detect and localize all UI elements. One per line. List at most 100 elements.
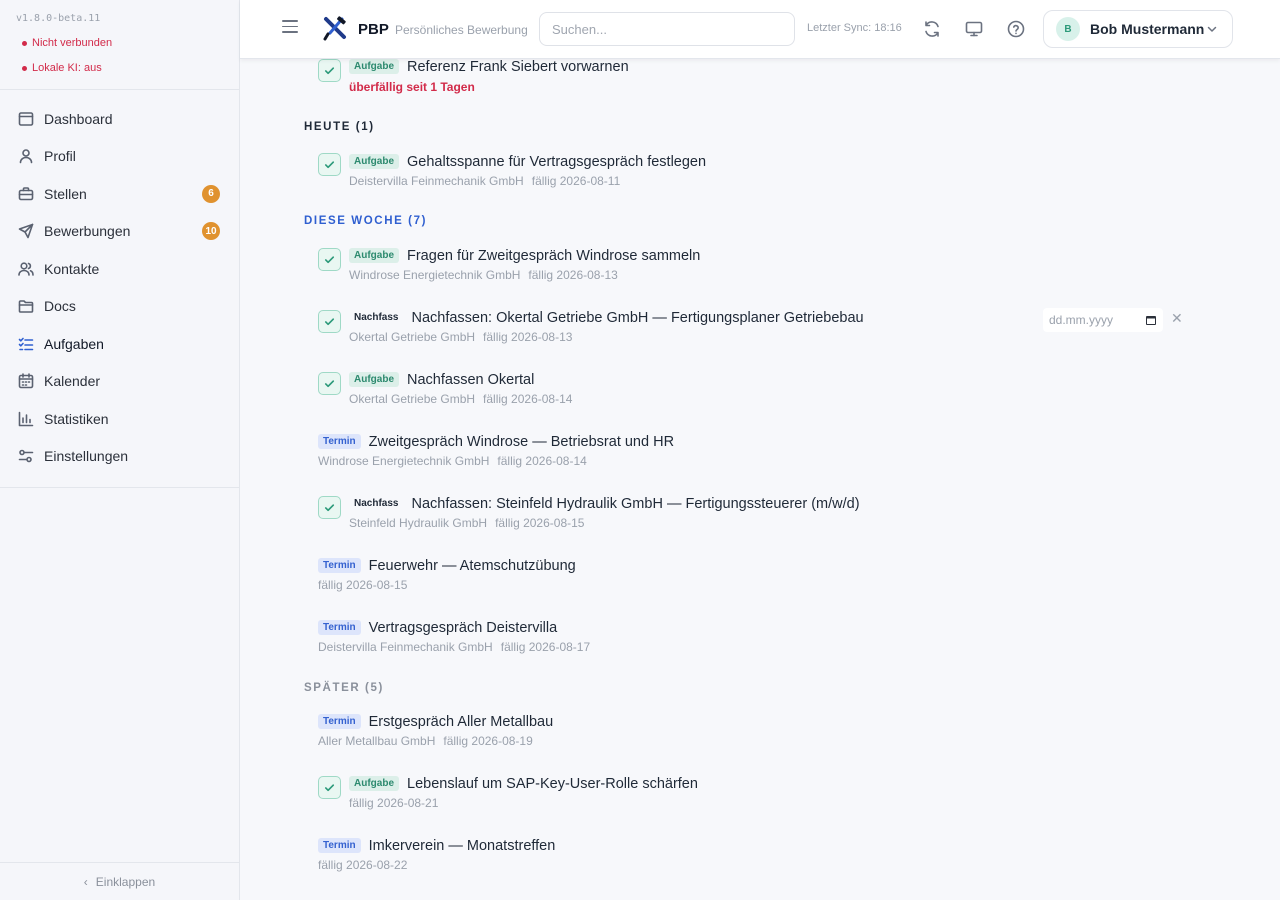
task-title-row[interactable]: Nachfass Nachfassen: Steinfeld Hydraulik … [349, 495, 860, 513]
task-title-row[interactable]: Aufgabe Fragen für Zweitgespräch Windrose… [349, 247, 700, 265]
sidebar-item-label: Aufgaben [44, 335, 104, 352]
sidebar-item-dashboard[interactable]: Dashboard [0, 100, 239, 138]
check-icon [324, 784, 335, 792]
sidebar-item-label: Dashboard [44, 110, 113, 127]
task-due: fällig 2026-08-13 [483, 330, 573, 344]
task-meta: Windrose Energietechnik GmbH fällig 2026-… [318, 454, 587, 468]
task-checkbox[interactable] [318, 153, 341, 176]
status-dot-icon [22, 65, 27, 71]
user-menu-button[interactable]: B Bob Mustermann [1043, 10, 1233, 48]
task-title-row[interactable]: Nachfass Nachfassen: Okertal Getriebe Gmb… [349, 309, 864, 327]
sidebar-item-profil[interactable]: Profil [0, 138, 239, 176]
type-badge-termin: Termin [318, 838, 361, 853]
type-badge-aufgabe: Aufgabe [349, 59, 399, 74]
task-checkbox[interactable] [318, 776, 341, 799]
sidebar-item-label: Kalender [44, 373, 101, 390]
contacts-icon [18, 261, 34, 277]
sync-icon[interactable] [922, 19, 942, 39]
task-meta: Steinfeld Hydraulik GmbH fällig 2026-08-1… [349, 516, 584, 530]
task-title: Referenz Frank Siebert vorwarnen [407, 59, 629, 75]
task-meta: fällig 2026-08-21 [349, 796, 438, 810]
task-title-row[interactable]: Aufgabe Lebenslauf um SAP-Key-User-Rolle … [349, 775, 698, 793]
status-dot-icon [22, 40, 27, 46]
task-due: fällig 2026-08-15 [318, 578, 408, 592]
task-title: Erstgespräch Aller Metallbau [368, 714, 554, 730]
clear-date-icon[interactable]: ✕ [1171, 310, 1183, 327]
chevron-left-icon: ‹ [83, 874, 88, 889]
task-title-row[interactable]: Termin Zweitgespräch Windrose — Betriebsr… [318, 433, 674, 451]
brand-subtitle: Persönliches Bewerbungsportal [395, 23, 527, 37]
search-input[interactable] [539, 12, 795, 46]
sidebar-divider [0, 89, 239, 90]
task-title-row[interactable]: Termin Feuerwehr — Atemschutzübung [318, 557, 576, 575]
sidebar-item-einstellungen[interactable]: Einstellungen [0, 438, 239, 476]
monitor-icon[interactable] [964, 19, 984, 39]
calendar-picker-icon [1146, 316, 1156, 325]
task-checkbox[interactable] [318, 310, 341, 333]
task-title-row[interactable]: Aufgabe Nachfassen Okertal [349, 371, 534, 389]
sidebar-item-statistiken[interactable]: Statistiken [0, 400, 239, 438]
task-meta: Deistervilla Feinmechanik GmbH fällig 202… [318, 640, 590, 654]
sidebar-item-label: Profil [44, 148, 76, 165]
sidebar-item-label: Docs [44, 298, 76, 315]
date-placeholder: dd.mm.yyyy [1049, 313, 1114, 327]
sidebar-item-aufgaben[interactable]: Aufgaben [0, 325, 239, 363]
task-checkbox[interactable] [318, 372, 341, 395]
help-icon[interactable] [1006, 19, 1026, 39]
sidebar-item-label: Stellen [44, 185, 87, 202]
section-heading-later: SPÄTER (5) [304, 682, 384, 694]
overdue-note: überfällig seit 1 Tagen [349, 80, 475, 94]
task-meta: Deistervilla Feinmechanik GmbH fällig 202… [349, 174, 620, 188]
task-due: fällig 2026-08-11 [531, 174, 621, 188]
sidebar-item-bewerbungen[interactable]: Bewerbungen 10 [0, 213, 239, 251]
sidebar-item-docs[interactable]: Docs [0, 288, 239, 326]
type-badge-aufgabe: Aufgabe [349, 372, 399, 387]
task-title-row[interactable]: Termin Vertragsgespräch Deistervilla [318, 619, 557, 637]
calendar-icon [18, 373, 34, 389]
menu-icon[interactable] [282, 20, 298, 36]
type-badge-nachfass: Nachfass [354, 312, 399, 323]
task-title: Zweitgespräch Windrose — Betriebsrat und… [368, 434, 675, 450]
task-title-row[interactable]: Aufgabe Referenz Frank Siebert vorwarnen [349, 58, 629, 76]
task-due: fällig 2026-08-13 [528, 268, 618, 282]
task-checkbox[interactable] [318, 248, 341, 271]
settings-icon [18, 448, 34, 464]
sidebar-item-kalender[interactable]: Kalender [0, 363, 239, 401]
task-title: Nachfassen Okertal [407, 372, 535, 388]
dashboard-icon [18, 111, 34, 127]
task-checkbox[interactable] [318, 496, 341, 519]
task-meta: fällig 2026-08-22 [318, 858, 407, 872]
type-badge-termin: Termin [318, 558, 361, 573]
task-title-row[interactable]: Aufgabe Gehaltsspanne für Vertragsgespräc… [349, 153, 706, 171]
briefcase-icon [18, 186, 34, 202]
task-company: Aller Metallbau GmbH [318, 734, 436, 748]
task-title: Gehaltsspanne für Vertragsgespräch festl… [407, 154, 707, 170]
user-name: Bob Mustermann [1090, 21, 1205, 37]
chart-icon [18, 411, 34, 427]
type-badge-termin: Termin [318, 714, 361, 729]
task-due: fällig 2026-08-14 [483, 392, 573, 406]
logo-icon [323, 16, 346, 41]
snooze-date-input[interactable]: dd.mm.yyyy [1043, 308, 1163, 332]
task-title-row[interactable]: Termin Imkerverein — Monatstreffen [318, 837, 555, 855]
check-icon [324, 504, 335, 512]
last-sync-text: Letzter Sync: 18:16 [807, 22, 902, 34]
task-due: fällig 2026-08-21 [349, 796, 439, 810]
task-checkbox[interactable] [318, 59, 341, 82]
sidebar-item-stellen[interactable]: Stellen 6 [0, 175, 239, 213]
local-ai-status: Lokale KI: aus [22, 62, 102, 74]
send-icon [18, 223, 34, 239]
task-company: Okertal Getriebe GmbH [349, 392, 476, 406]
task-title: Fragen für Zweitgespräch Windrose sammel… [407, 248, 701, 264]
type-badge-aufgabe: Aufgabe [349, 776, 399, 791]
sidebar-item-kontakte[interactable]: Kontakte [0, 250, 239, 288]
task-title: Nachfassen: Steinfeld Hydraulik GmbH — F… [411, 496, 860, 512]
task-due: fällig 2026-08-19 [443, 734, 533, 748]
task-company: Steinfeld Hydraulik GmbH [349, 516, 488, 530]
task-company: Deistervilla Feinmechanik GmbH [349, 174, 524, 188]
task-title: Imkerverein — Monatstreffen [368, 838, 556, 854]
task-due: fällig 2026-08-22 [318, 858, 408, 872]
collapse-sidebar-button[interactable]: ‹ Einklappen [0, 862, 239, 900]
task-title-row[interactable]: Termin Erstgespräch Aller Metallbau [318, 713, 553, 731]
brand-name: PBP [358, 21, 389, 38]
